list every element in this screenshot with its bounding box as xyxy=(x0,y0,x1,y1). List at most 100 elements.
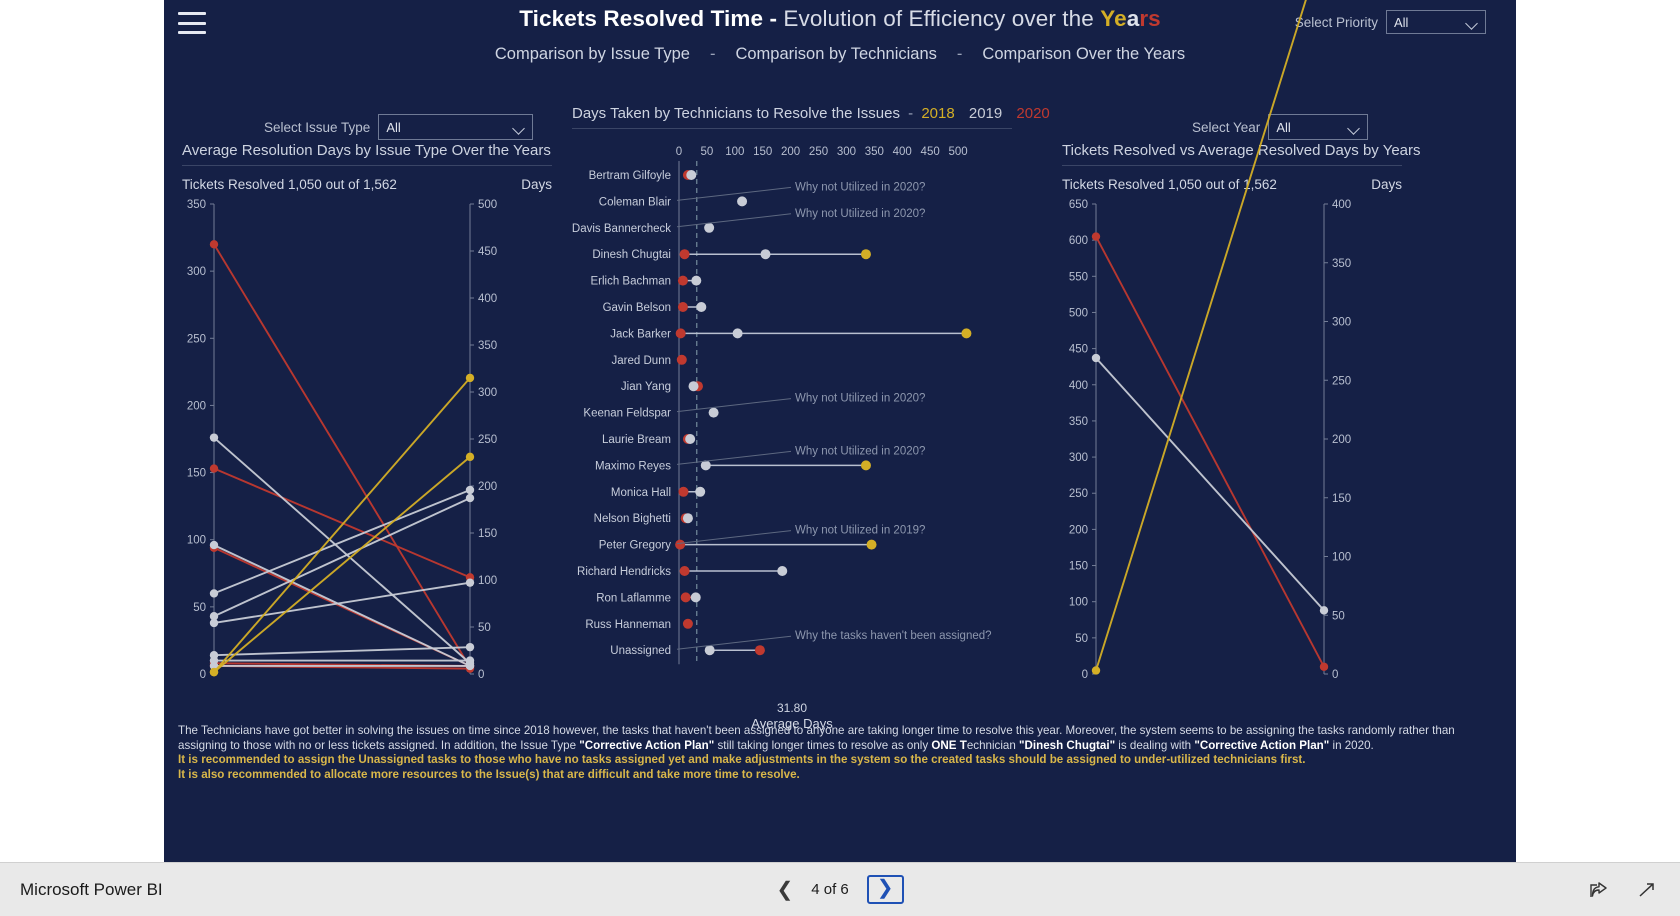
svg-text:100: 100 xyxy=(478,575,497,587)
select-priority-value: All xyxy=(1394,14,1409,30)
page-title-ye: Ye xyxy=(1100,6,1127,31)
svg-text:Why not Utilized in 2020?: Why not Utilized in 2020? xyxy=(795,445,925,457)
svg-text:150: 150 xyxy=(187,468,206,480)
chevron-down-icon xyxy=(1467,19,1478,26)
svg-text:250: 250 xyxy=(1069,488,1088,500)
legend-2018[interactable]: 2018 xyxy=(921,105,954,122)
svg-text:Bertram Gilfoyle: Bertram Gilfoyle xyxy=(589,170,671,182)
share-icon[interactable] xyxy=(1588,880,1610,900)
svg-text:200: 200 xyxy=(781,146,800,158)
status-bar: Microsoft Power BI ❮ 4 of 6 ❯ xyxy=(0,862,1680,916)
fullscreen-icon[interactable] xyxy=(1636,880,1658,900)
select-priority-dropdown[interactable]: All xyxy=(1386,10,1486,34)
select-year-label: Select Year xyxy=(1192,119,1261,135)
select-issue-type-dropdown[interactable]: All xyxy=(378,114,534,140)
svg-text:50: 50 xyxy=(701,146,714,158)
svg-text:Jack Barker: Jack Barker xyxy=(610,328,671,340)
nav-separator-1: - xyxy=(709,45,716,63)
select-priority-label: Select Priority xyxy=(1294,14,1378,30)
svg-text:50: 50 xyxy=(478,622,491,634)
insight-p1-c: still taking longer times to resolve as … xyxy=(714,738,932,752)
svg-text:Keenan Feldspar: Keenan Feldspar xyxy=(583,408,671,420)
svg-text:Peter Gregory: Peter Gregory xyxy=(599,540,671,552)
svg-text:Why not Utilized in 2020?: Why not Utilized in 2020? xyxy=(795,208,925,220)
page-title-bold: Tickets Resolved Time xyxy=(519,6,764,31)
svg-text:0: 0 xyxy=(478,669,484,681)
right-chart-y2-axis-title: Days xyxy=(1371,177,1402,192)
average-days-value: 31.80 xyxy=(776,701,808,715)
svg-text:150: 150 xyxy=(1332,493,1351,505)
svg-text:Richard Hendricks: Richard Hendricks xyxy=(577,566,671,578)
svg-text:150: 150 xyxy=(753,146,772,158)
page-indicator: 4 of 6 xyxy=(811,881,849,898)
chevron-down-icon xyxy=(1349,124,1360,131)
svg-text:450: 450 xyxy=(478,246,497,258)
left-chart-y2-axis-title: Days xyxy=(521,177,552,192)
fullscreen-icon-svg xyxy=(1639,882,1654,897)
svg-text:Monica Hall: Monica Hall xyxy=(611,487,671,499)
right-slope-chart-visual[interactable]: Tickets Resolved vs Average Resolved Day… xyxy=(1062,0,1421,692)
insight-p1-b1: "Corrective Action Plan" xyxy=(579,738,715,752)
svg-text:500: 500 xyxy=(948,146,967,158)
chevron-right-icon: ❯ xyxy=(876,877,894,899)
nav-comparison-over-the-years[interactable]: Comparison Over the Years xyxy=(982,45,1185,63)
nav-comparison-by-issue-type[interactable]: Comparison by Issue Type xyxy=(495,45,690,63)
select-year-slicer[interactable]: Select Year All xyxy=(1192,114,1369,140)
legend-2019[interactable]: 2019 xyxy=(959,105,1002,122)
svg-text:0: 0 xyxy=(200,669,206,681)
svg-text:250: 250 xyxy=(809,146,828,158)
svg-text:400: 400 xyxy=(893,146,912,158)
insights-text-block: The Technicians have got better in solvi… xyxy=(168,724,1512,782)
svg-text:400: 400 xyxy=(1332,199,1351,211)
page-navigator: ❮ 4 of 6 ❯ xyxy=(0,875,1680,904)
left-gutter xyxy=(0,0,164,862)
power-bi-report-viewer: Tickets Resolved Time - Evolution of Eff… xyxy=(0,0,1680,916)
svg-text:0: 0 xyxy=(676,146,682,158)
svg-text:200: 200 xyxy=(478,481,497,493)
page-title-rest: Evolution of Efficiency over the xyxy=(783,6,1101,31)
page-title-rs: rs xyxy=(1139,6,1161,31)
select-year-value: All xyxy=(1276,119,1291,135)
middle-dumbbell-visual[interactable]: Days Taken by Technicians to Resolve the… xyxy=(572,105,1050,731)
svg-text:350: 350 xyxy=(187,199,206,211)
left-chart-title: Average Resolution Days by Issue Type Ov… xyxy=(182,142,551,159)
svg-text:350: 350 xyxy=(1332,258,1351,270)
chevron-down-icon xyxy=(514,124,525,131)
svg-text:450: 450 xyxy=(921,146,940,158)
insight-recommendation-1: It is recommended to assign the Unassign… xyxy=(178,753,1306,767)
svg-text:650: 650 xyxy=(1069,199,1088,211)
left-chart-y-axis-title: Tickets Resolved 1,050 out of 1,562 xyxy=(182,177,397,192)
svg-text:200: 200 xyxy=(1332,434,1351,446)
nav-comparison-by-technicians[interactable]: Comparison by Technicians xyxy=(735,45,936,63)
svg-text:400: 400 xyxy=(478,293,497,305)
svg-text:300: 300 xyxy=(1332,317,1351,329)
svg-text:500: 500 xyxy=(1069,307,1088,319)
select-year-dropdown[interactable]: All xyxy=(1268,114,1369,140)
svg-text:Why the tasks haven't been ass: Why the tasks haven't been assigned? xyxy=(795,630,992,642)
insight-recommendation-2: It is also recommended to allocate more … xyxy=(178,767,800,781)
report-canvas: Tickets Resolved Time - Evolution of Eff… xyxy=(164,0,1516,862)
svg-text:450: 450 xyxy=(1069,344,1088,356)
next-page-button[interactable]: ❯ xyxy=(866,875,904,904)
left-slope-chart-visual[interactable]: Average Resolution Days by Issue Type Ov… xyxy=(182,142,552,692)
chevron-left-icon[interactable]: ❮ xyxy=(776,880,793,900)
svg-text:300: 300 xyxy=(187,266,206,278)
svg-text:100: 100 xyxy=(1069,597,1088,609)
svg-text:Unassigned: Unassigned xyxy=(610,645,671,657)
svg-text:300: 300 xyxy=(837,146,856,158)
insight-p1-b3: "Dinesh Chugtai" xyxy=(1019,738,1116,752)
page-title-a: a xyxy=(1126,6,1140,31)
nav-separator-2: - xyxy=(956,45,963,63)
svg-text:Gavin Belson: Gavin Belson xyxy=(603,302,671,314)
right-chart-axis-titles: Tickets Resolved 1,050 out of 1,562 Days xyxy=(1062,177,1402,192)
select-issue-type-slicer[interactable]: Select Issue Type All xyxy=(264,114,534,140)
legend-2020[interactable]: 2020 xyxy=(1006,105,1049,122)
left-chart-rule xyxy=(182,165,552,166)
sub-navigation: Comparison by Issue Type - Comparison by T… xyxy=(164,45,1516,64)
select-priority-slicer[interactable]: Select Priority All xyxy=(1295,10,1486,34)
svg-text:200: 200 xyxy=(1069,524,1088,536)
svg-text:350: 350 xyxy=(478,340,497,352)
svg-text:400: 400 xyxy=(1069,380,1088,392)
svg-text:350: 350 xyxy=(865,146,884,158)
svg-text:300: 300 xyxy=(1069,452,1088,464)
